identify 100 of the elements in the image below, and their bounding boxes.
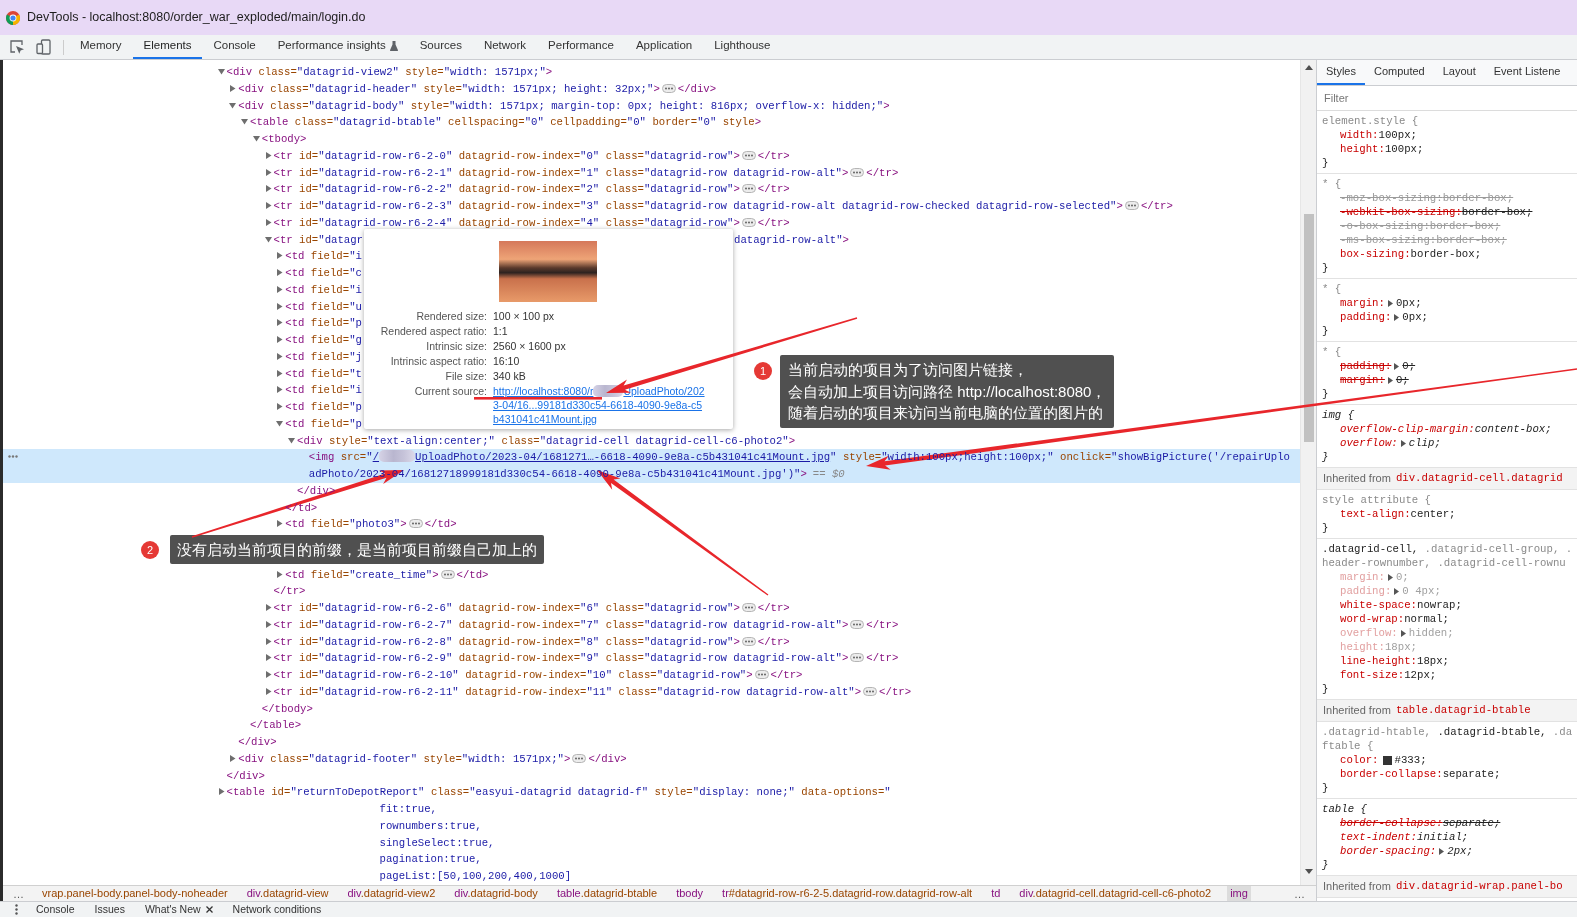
css-property-value[interactable]: 100px; (1384, 142, 1424, 156)
breadcrumb-item[interactable]: div.datagrid-view2 (344, 886, 439, 901)
code-text[interactable]: <td field="i (285, 250, 362, 263)
code-text[interactable]: <td field="p (285, 417, 362, 430)
breadcrumb-item[interactable]: tbody (673, 886, 707, 901)
triangle-right-icon[interactable] (264, 620, 272, 628)
triangle-right-icon[interactable] (264, 637, 272, 645)
closing-tag[interactable]: </tbody> (261, 702, 313, 715)
triangle-right-icon[interactable] (276, 352, 284, 360)
triangle-right-icon[interactable] (276, 570, 284, 578)
css-property-name[interactable]: overflow-clip-margin: (1340, 422, 1475, 436)
css-property-value[interactable]: #333; (1394, 753, 1427, 767)
css-selector[interactable]: element.style { (1322, 114, 1419, 128)
selected-node-highlight[interactable] (3, 449, 1300, 483)
code-text[interactable]: <tr id="datagrid-row-r6-2-9" datagrid-row-index="9" class="datagrid-row datagrid-row-alt"> (273, 652, 849, 665)
css-property-name[interactable]: border-collapse: (1340, 767, 1443, 781)
ellipsis-icon[interactable] (850, 653, 865, 663)
sidebar-tab[interactable]: Layout (1433, 60, 1485, 85)
ellipsis-icon[interactable] (863, 686, 878, 696)
source-link[interactable]: http://localhost:8080/r (493, 385, 594, 397)
code-text[interactable]: <td field="create_time"> (285, 568, 439, 581)
css-property-name[interactable]: line-height: (1340, 654, 1417, 668)
ellipsis-icon[interactable] (440, 569, 455, 579)
closing-tag[interactable]: </tr> (1140, 200, 1173, 212)
css-property-value[interactable]: 18px; (1416, 654, 1450, 668)
css-property-name[interactable]: color: (1340, 753, 1379, 767)
scrollbar-track[interactable] (1300, 60, 1316, 885)
css-property-value[interactable]: clip; (1408, 436, 1441, 450)
css-property-value[interactable]: content-box; (1474, 422, 1552, 436)
scroll-down-arrow-icon[interactable] (1304, 869, 1313, 874)
triangle-right-icon[interactable] (276, 252, 284, 260)
code-text[interactable]: <tr id="datagrid-row-r6-2-3" datagrid-row-index="3" class="datagrid-row datagrid-row-alt datagrid-row-checked datagrid-row-selected"> (273, 200, 1123, 212)
css-selector[interactable]: img { (1322, 408, 1355, 422)
triangle-down-icon[interactable] (264, 235, 272, 243)
css-property-value[interactable]: separate; (1442, 767, 1501, 781)
code-text[interactable]: fit:true, (379, 803, 437, 815)
triangle-right-icon[interactable] (276, 403, 284, 410)
expand-triangle-icon[interactable] (1400, 629, 1406, 637)
css-property-value[interactable]: 0; (1395, 373, 1409, 387)
breadcrumb-item[interactable]: div.datagrid-view (243, 886, 332, 901)
code-text[interactable]: <tr id="datagr (273, 233, 363, 246)
panel-tab[interactable]: Elements (132, 35, 203, 59)
closing-tag[interactable]: </td> (456, 568, 489, 581)
closing-tag[interactable]: </tr> (866, 618, 899, 631)
css-property-value[interactable]: 2px; (1447, 844, 1473, 858)
expand-triangle-icon[interactable] (1394, 362, 1400, 370)
sidebar-tab[interactable]: Computed (1364, 60, 1434, 85)
css-property-value[interactable]: initial; (1416, 830, 1469, 844)
panel-tab[interactable]: Sources (408, 35, 473, 59)
css-selector[interactable]: table { (1322, 802, 1367, 816)
code-text[interactable]: <tr id="datagrid-row-r6-2-4" datagrid-row-index="4" class="datagrid-row"> (273, 216, 740, 229)
code-text[interactable]: <table id="returnToDepotReport" class="easyui-datagrid datagrid-f" style="display: none;" data-options=" (226, 786, 891, 799)
closing-tag[interactable]: </tr> (757, 602, 790, 614)
css-property-name[interactable]: margin: (1340, 373, 1385, 387)
code-text[interactable]: <td field="t (285, 367, 362, 380)
code-text[interactable]: <tbody> (261, 133, 307, 145)
triangle-down-icon[interactable] (241, 118, 248, 126)
closing-tag[interactable]: </div> (226, 769, 265, 782)
code-text[interactable]: <td field="photo3"> (285, 518, 407, 531)
drawer-tab[interactable]: What's New (134, 902, 223, 917)
ellipsis-icon[interactable] (741, 184, 756, 194)
close-icon[interactable] (205, 906, 213, 913)
panel-tab[interactable]: Console (202, 35, 267, 59)
ellipsis-icon[interactable] (741, 636, 756, 646)
expand-triangle-icon[interactable] (1439, 847, 1445, 855)
css-property-name[interactable]: height: (1340, 142, 1385, 156)
triangle-right-icon[interactable] (276, 269, 284, 276)
triangle-right-icon[interactable] (276, 369, 284, 377)
code-text[interactable]: <tr id="datagrid-row-r6-2-10" datagrid-row-index="10" class="datagrid-row"> (273, 669, 753, 681)
triangle-down-icon[interactable] (288, 436, 295, 444)
css-property-value[interactable]: border-box; (1410, 247, 1482, 261)
triangle-right-icon[interactable] (264, 604, 272, 611)
scroll-up-arrow-icon[interactable] (1304, 65, 1313, 70)
closing-tag[interactable]: </tr> (757, 149, 790, 162)
closing-tag[interactable]: </tr> (757, 216, 790, 229)
breadcrumb-item[interactable]: tr#datagrid-row-r6-2-5.datagrid-row.datagrid-row-alt (719, 886, 976, 901)
code-text[interactable]: <div class="datagrid-view2" style="width: 1571px;"> (226, 66, 553, 78)
triangle-down-icon[interactable] (217, 68, 225, 75)
css-property-name[interactable]: width: (1340, 128, 1379, 142)
css-selector[interactable]: * { (1322, 345, 1342, 359)
code-text[interactable]: <tr id="datagrid-row-r6-2-0" datagrid-row-index="0" class="datagrid-row"> (273, 149, 740, 162)
ellipsis-icon[interactable] (408, 519, 423, 529)
closing-tag[interactable]: </div> (588, 752, 627, 765)
expand-triangle-icon[interactable] (1387, 299, 1393, 307)
css-property-name[interactable]: padding: (1340, 359, 1392, 373)
closing-tag[interactable]: </td> (424, 518, 457, 531)
css-property-name[interactable]: overflow: (1340, 436, 1398, 450)
code-text[interactable]: <div class="datagrid-footer" style="width: 1571px;"> (238, 752, 571, 765)
scroll-left-button[interactable]: … (11, 886, 26, 901)
code-text[interactable]: <tr id="datagrid-row-r6-2-11" datagrid-row-index="11" class="datagrid-row datagrid-row-alt"> (273, 685, 862, 698)
breadcrumb-item[interactable]: vrap.panel-body.panel-body-noheader (39, 886, 231, 901)
image-source-link[interactable]: UploadPhoto/2023-04/1681271…-6618-4090-9e8a-c5b431041c41Mount.jpg (415, 451, 831, 464)
code-text[interactable]: <table class="datagrid-btable" cellspacing="0" cellpadding="0" border="0" style> (250, 116, 761, 129)
triangle-right-icon[interactable] (276, 336, 284, 343)
ellipsis-icon[interactable] (1124, 201, 1139, 210)
triangle-right-icon[interactable] (264, 151, 272, 159)
closing-tag[interactable]: </tr> (879, 685, 912, 698)
code-text[interactable]: singleSelect:true, (379, 836, 495, 849)
css-selector[interactable]: * { (1322, 177, 1342, 191)
css-property-name[interactable]: font-size: (1340, 668, 1405, 682)
